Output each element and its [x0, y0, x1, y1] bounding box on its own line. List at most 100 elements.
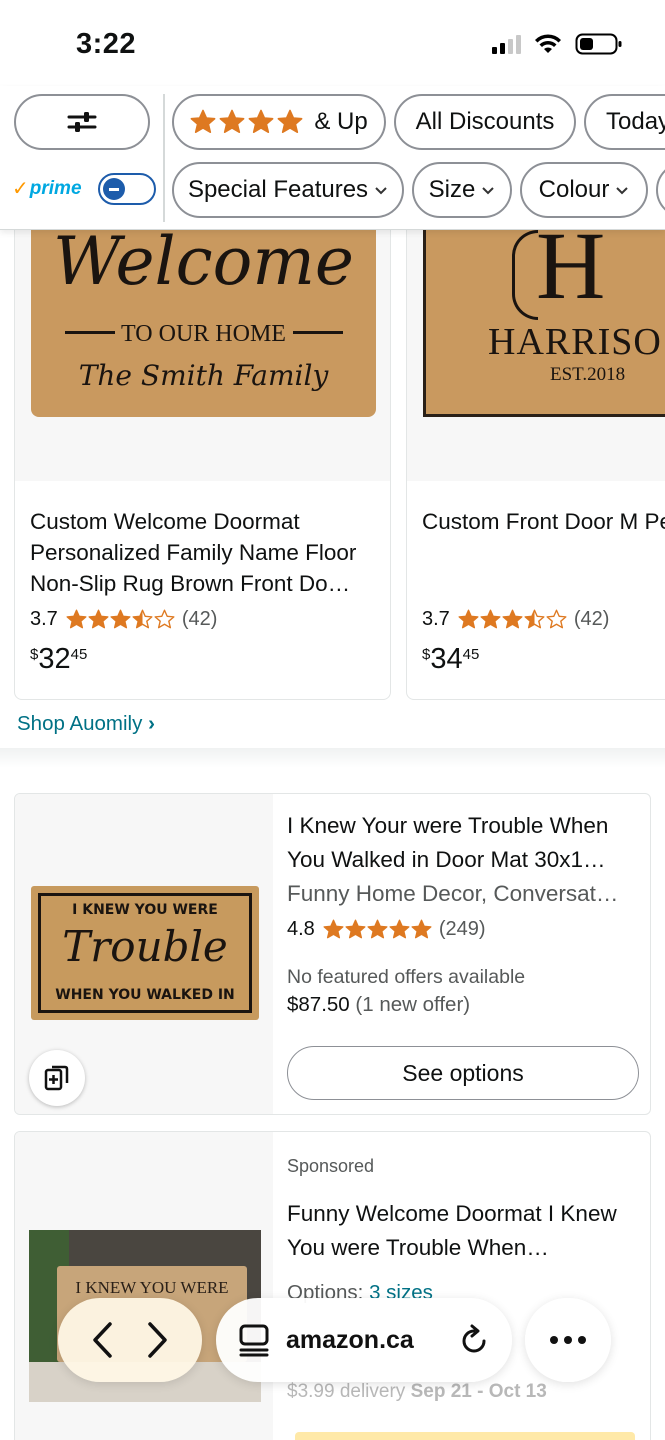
- mat-text-established: EST.2018: [550, 364, 626, 385]
- star-icon: [546, 609, 567, 629]
- product-price: $ 32 45: [30, 644, 87, 674]
- delivery-row: $3.99 delivery Sep 21 - Oct 13: [287, 1381, 547, 1403]
- offer-price-row[interactable]: $87.50 (1 new offer): [287, 993, 470, 1017]
- star-icon: [110, 609, 131, 629]
- section-divider: [0, 748, 665, 768]
- star-rating-icon: [458, 609, 568, 630]
- product-rating[interactable]: 4.8 (249): [287, 918, 486, 941]
- star-icon: [219, 109, 245, 133]
- star-icon: [88, 609, 109, 629]
- filter-colour-label: Colour: [538, 176, 610, 203]
- mat-text-name: HARRISO: [488, 321, 662, 363]
- product-image[interactable]: H HARRISO EST.2018: [407, 201, 665, 481]
- compare-icon: [44, 1065, 69, 1091]
- product-title[interactable]: Funny Welcome Doormat I Knew You were Tr…: [287, 1197, 642, 1265]
- browser-nav-controls: [58, 1298, 202, 1382]
- filter-bar: & Up All Discounts Today ✓ prime Special…: [0, 86, 665, 230]
- see-options-button[interactable]: See options: [287, 1046, 639, 1100]
- tabs-icon[interactable]: [238, 1323, 270, 1357]
- filter-more-pill[interactable]: [656, 162, 665, 218]
- star-rating-icon: [66, 609, 176, 630]
- sponsored-label: Sponsored: [287, 1156, 375, 1176]
- url-text[interactable]: amazon.ca: [286, 1326, 442, 1355]
- star-icon: [458, 609, 479, 629]
- product-image[interactable]: I KNEW YOU WERE Trouble WHEN YOU WALKED …: [15, 794, 273, 1114]
- filter-size-pill[interactable]: Size: [412, 162, 512, 218]
- product-price: $ 34 45: [422, 644, 479, 674]
- doormat-graphic: Welcome TO OUR HOME The Smith Family: [31, 219, 376, 417]
- product-rating[interactable]: 3.7 (42): [422, 608, 609, 631]
- review-count: (42): [573, 608, 610, 630]
- reload-icon[interactable]: [458, 1323, 490, 1357]
- filter-all-discounts-pill[interactable]: All Discounts: [394, 94, 576, 150]
- rating-value: 3.7: [422, 608, 450, 630]
- address-bar[interactable]: amazon.ca: [216, 1298, 512, 1382]
- product-title[interactable]: Custom Welcome Doormat Personalized Fami…: [30, 506, 380, 599]
- filter-rating-label: & Up: [314, 108, 368, 135]
- star-filter-icon: [190, 109, 306, 135]
- sliders-icon: [67, 112, 97, 132]
- mat-text-monogram: H: [536, 212, 606, 319]
- price-fraction: 45: [70, 646, 88, 663]
- filter-today-pill[interactable]: Today: [584, 94, 665, 150]
- bottom-button-peek: [295, 1432, 635, 1440]
- chevron-right-icon[interactable]: [143, 1321, 171, 1359]
- more-icon: [550, 1336, 558, 1344]
- laurel-right-icon: [293, 331, 343, 334]
- star-icon: [248, 109, 274, 133]
- chevron-down-icon: [375, 187, 387, 195]
- product-list-card[interactable]: I KNEW YOU WERE Sponsored Funny Welcome …: [14, 1131, 651, 1440]
- star-icon: [502, 609, 523, 629]
- mat-text-family: The Smith Family: [78, 359, 329, 392]
- more-icon-dot: [578, 1336, 586, 1344]
- more-button[interactable]: [525, 1298, 611, 1382]
- delivery-dates: Sep 21 - Oct 13: [410, 1381, 547, 1402]
- product-rating[interactable]: 3.7 (42): [30, 608, 217, 631]
- filter-colour-pill[interactable]: Colour: [520, 162, 648, 218]
- doormat-graphic: H HARRISO EST.2018: [423, 212, 665, 417]
- compare-button[interactable]: [29, 1050, 85, 1106]
- product-card[interactable]: H HARRISO EST.2018 Custom Front Door M P…: [406, 200, 665, 700]
- product-list-card[interactable]: I KNEW YOU WERE Trouble WHEN YOU WALKED …: [14, 793, 651, 1115]
- star-icon: [411, 919, 432, 939]
- status-icons: [492, 32, 623, 56]
- doormat-graphic: I KNEW YOU WERE Trouble WHEN YOU WALKED …: [31, 886, 259, 1020]
- shop-brand-label: Shop Auomily: [17, 712, 143, 735]
- rating-value: 4.8: [287, 918, 315, 940]
- star-icon: [154, 609, 175, 629]
- offer-price: $87.50: [287, 993, 350, 1016]
- prime-label: prime: [29, 177, 82, 199]
- prime-toggle[interactable]: [98, 173, 156, 205]
- chevron-left-icon[interactable]: [89, 1321, 117, 1359]
- filter-special-features-pill[interactable]: Special Features: [172, 162, 404, 218]
- star-icon: [132, 609, 153, 629]
- offer-note: No featured offers available: [287, 966, 526, 988]
- mat-text-trouble: Trouble: [62, 922, 228, 971]
- price-whole: 32: [38, 643, 71, 675]
- product-subtitle[interactable]: Funny Home Decor, Conversat…: [287, 877, 642, 911]
- filter-divider: [163, 94, 165, 222]
- product-title[interactable]: I Knew Your were Trouble When You Walked…: [287, 809, 642, 877]
- product-card[interactable]: Welcome TO OUR HOME The Smith Family Cus…: [14, 200, 391, 700]
- product-image[interactable]: Welcome TO OUR HOME The Smith Family: [15, 201, 390, 481]
- offer-count: (1 new offer): [355, 993, 471, 1016]
- filter-size-label: Size: [428, 176, 476, 203]
- filter-settings-button[interactable]: [14, 94, 150, 150]
- price-fraction: 45: [462, 646, 480, 663]
- product-image[interactable]: I KNEW YOU WERE: [15, 1132, 273, 1440]
- chevron-down-icon: [616, 187, 629, 195]
- review-count: (42): [181, 608, 218, 630]
- star-rating-icon: [323, 919, 433, 940]
- mat-text-top: I KNEW YOU WERE: [72, 902, 218, 918]
- battery-icon: [575, 33, 622, 55]
- star-icon: [345, 919, 366, 939]
- price-whole: 34: [430, 643, 463, 675]
- chevron-down-icon: [482, 187, 495, 195]
- product-title[interactable]: Custom Front Door M Personalized Monogra…: [422, 506, 665, 537]
- status-time: 3:22: [76, 28, 137, 60]
- wifi-icon: [535, 34, 561, 53]
- shop-brand-link[interactable]: Shop Auomily ›: [17, 712, 155, 736]
- status-bar: 3:22: [0, 0, 665, 86]
- mat-text-welcome: Welcome: [53, 223, 354, 300]
- filter-rating-pill[interactable]: & Up: [172, 94, 386, 150]
